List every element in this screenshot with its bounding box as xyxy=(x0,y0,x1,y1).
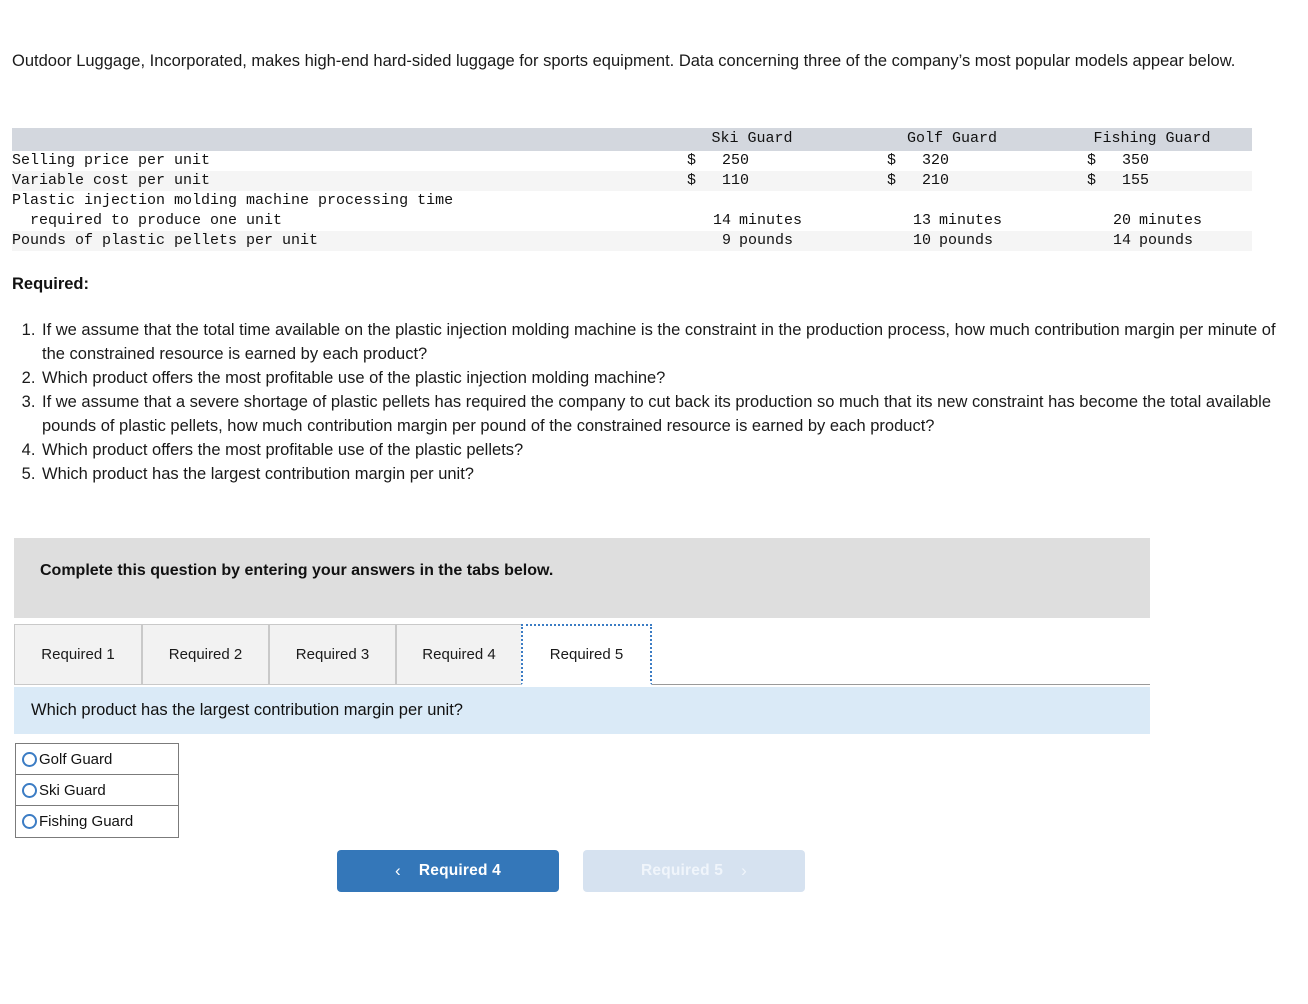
intro-paragraph: Outdoor Luggage, Incorporated, makes hig… xyxy=(12,52,1236,70)
row-cell: $210 xyxy=(852,171,1052,191)
row-cell: 10 pounds xyxy=(852,231,1052,251)
required-list: If we assume that the total time availab… xyxy=(12,318,1290,486)
row-label-line2: required to produce one unit xyxy=(12,212,283,229)
currency-symbol: $ xyxy=(687,172,697,189)
previous-required-button[interactable]: ‹ Required 4 xyxy=(337,850,559,892)
cell-value: 10 xyxy=(912,232,931,249)
row-cell: 14 pounds xyxy=(1052,231,1252,251)
tab-required-4[interactable]: Required 4 xyxy=(396,624,522,685)
currency-symbol: $ xyxy=(1087,172,1097,189)
cell-unit: minutes xyxy=(939,212,1003,229)
tab-bar: Required 1 Required 2 Required 3 Require… xyxy=(14,624,1150,686)
row-cell: $250 xyxy=(652,151,852,171)
next-button-label: Required 5 xyxy=(641,862,724,879)
radio-button-icon[interactable] xyxy=(22,782,37,798)
table-header-row: Ski Guard Golf Guard Fishing Guard xyxy=(12,128,1252,151)
answer-option-label: Fishing Guard xyxy=(39,813,134,830)
instruction-banner: Complete this question by entering your … xyxy=(14,538,1150,618)
chevron-left-icon: ‹ xyxy=(395,861,401,880)
radio-button-icon[interactable] xyxy=(22,751,37,767)
table-row: Pounds of plastic pellets per unit 9 poun… xyxy=(12,231,1252,251)
required-heading: Required: xyxy=(12,275,90,293)
table-body: Selling price per unit $250 $320 $350 Va… xyxy=(12,151,1252,251)
tab-required-3[interactable]: Required 3 xyxy=(269,624,396,685)
previous-button-label: Required 4 xyxy=(418,862,501,879)
currency-symbol: $ xyxy=(1087,152,1097,169)
table-header-golf-guard: Golf Guard xyxy=(906,130,997,147)
required-item-2: Which product offers the most profitable… xyxy=(40,366,1290,390)
row-cell: 14 minutes xyxy=(652,191,852,231)
cell-value: 110 xyxy=(721,172,749,189)
cell-value: 250 xyxy=(721,152,749,169)
table-header: Ski Guard Golf Guard Fishing Guard xyxy=(12,128,1252,151)
required-item-1: If we assume that the total time availab… xyxy=(40,318,1290,366)
answer-option-fishing-guard[interactable]: Fishing Guard xyxy=(16,806,178,837)
cell-unit: pounds xyxy=(739,232,794,249)
row-label: Plastic injection molding machine proces… xyxy=(12,191,652,231)
answer-option-golf-guard[interactable]: Golf Guard xyxy=(16,744,178,775)
table-header-ski-guard: Ski Guard xyxy=(711,130,793,147)
currency-symbol: $ xyxy=(687,152,697,169)
row-cell: 9 pounds xyxy=(652,231,852,251)
required-item-3: If we assume that a severe shortage of p… xyxy=(40,390,1290,438)
answer-option-label: Golf Guard xyxy=(39,750,113,768)
row-label: Pounds of plastic pellets per unit xyxy=(12,232,319,249)
cell-value: 9 xyxy=(721,232,731,249)
tab-label: Required 3 xyxy=(295,646,370,663)
tab-label: Required 1 xyxy=(41,646,115,663)
cell-value: 155 xyxy=(1121,172,1149,189)
question-banner: Which product has the largest contributi… xyxy=(14,687,1150,734)
table-row: Selling price per unit $250 $320 $350 xyxy=(12,151,1252,171)
cell-value: 210 xyxy=(921,172,949,189)
row-cell: 20 minutes xyxy=(1052,191,1252,231)
radio-button-icon[interactable] xyxy=(22,814,37,829)
row-cell: $110 xyxy=(652,171,852,191)
row-cell: 13 minutes xyxy=(852,191,1052,231)
row-label-line1: Plastic injection molding machine proces… xyxy=(12,192,454,209)
cell-unit: pounds xyxy=(1139,232,1194,249)
row-cell: $155 xyxy=(1052,171,1252,191)
cell-value: 20 xyxy=(1112,212,1131,229)
instruction-text: Complete this question by entering your … xyxy=(40,562,554,579)
cell-unit: minutes xyxy=(739,212,803,229)
tab-required-1[interactable]: Required 1 xyxy=(14,624,142,685)
tab-label: Required 2 xyxy=(168,646,243,663)
required-item-4: Which product offers the most profitable… xyxy=(40,438,1290,462)
next-required-button: Required 5 › xyxy=(583,850,805,892)
chevron-right-icon: › xyxy=(741,861,747,880)
cell-unit: pounds xyxy=(939,232,994,249)
row-cell: $320 xyxy=(852,151,1052,171)
row-cell: $350 xyxy=(1052,151,1252,171)
tab-label: Required 5 xyxy=(549,646,624,663)
cell-value: 14 xyxy=(1112,232,1131,249)
cell-value: 14 xyxy=(712,212,731,229)
cell-value: 350 xyxy=(1121,152,1149,169)
currency-symbol: $ xyxy=(887,172,897,189)
cell-unit: minutes xyxy=(1139,212,1203,229)
currency-symbol: $ xyxy=(887,152,897,169)
table-header-blank xyxy=(12,128,652,151)
answer-option-ski-guard[interactable]: Ski Guard xyxy=(16,775,178,806)
cell-value: 320 xyxy=(921,152,949,169)
required-item-5: Which product has the largest contributi… xyxy=(40,462,1290,486)
cell-value: 13 xyxy=(912,212,931,229)
product-data-table: Ski Guard Golf Guard Fishing Guard Selli… xyxy=(12,128,1252,251)
tab-required-5[interactable]: Required 5 xyxy=(521,624,652,685)
question-text: Which product has the largest contributi… xyxy=(31,701,463,719)
table-row: Plastic injection molding machine proces… xyxy=(12,191,1252,231)
answer-option-label: Ski Guard xyxy=(39,781,106,799)
table-header-fishing-guard: Fishing Guard xyxy=(1093,130,1211,147)
table-row: Variable cost per unit $110 $210 $155 xyxy=(12,171,1252,191)
tab-required-2[interactable]: Required 2 xyxy=(142,624,269,685)
row-label: Selling price per unit xyxy=(12,152,211,169)
row-label: Variable cost per unit xyxy=(12,172,211,189)
answer-options-list: Golf Guard Ski Guard Fishing Guard xyxy=(15,743,179,838)
tab-label: Required 4 xyxy=(422,646,496,663)
